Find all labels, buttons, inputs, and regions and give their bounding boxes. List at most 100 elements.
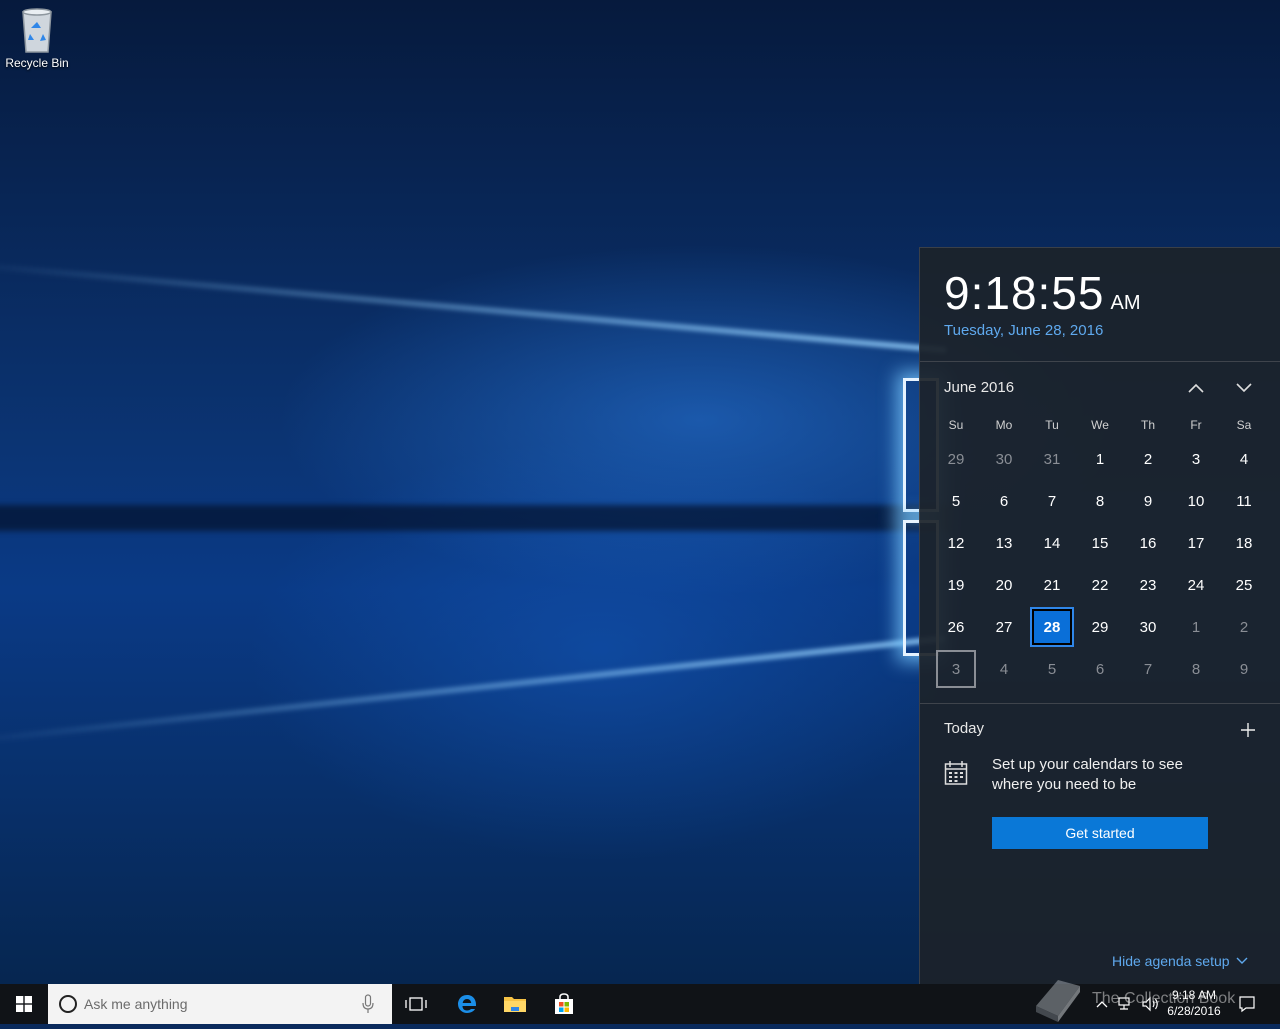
task-view-icon	[405, 997, 427, 1011]
recycle-bin-icon	[22, 8, 52, 53]
calendar-day[interactable]: 27	[980, 606, 1028, 648]
recycle-bin-label: Recycle Bin	[5, 56, 69, 70]
file-explorer-icon	[504, 997, 526, 1012]
weekday-label: Mo	[995, 418, 1013, 432]
calendar-day[interactable]: 9	[1220, 648, 1268, 690]
agenda-message: Set up your calendars to see where you n…	[992, 756, 1183, 793]
calendar-day[interactable]: 7	[1028, 480, 1076, 522]
calendar-grid: Su Mo Tu We Th Fr Sa 29 30 31 1 2 3 4 5 …	[932, 418, 1268, 690]
clock-display: 9:18:55 AM	[944, 266, 1140, 320]
store-icon	[555, 993, 573, 1014]
agenda-title: Today	[944, 720, 985, 737]
search-placeholder: Ask me anything	[84, 996, 188, 1012]
calendar-day[interactable]: 13	[980, 522, 1028, 564]
edge-taskbar-button[interactable]	[443, 984, 491, 1024]
calendar-day[interactable]: 1	[1172, 606, 1220, 648]
previous-month-button[interactable]	[1182, 376, 1210, 400]
calendar-day-today[interactable]: 28	[1032, 609, 1072, 645]
calendar-day[interactable]: 30	[1124, 606, 1172, 648]
calendar-week: 3 4 5 6 7 8 9	[932, 648, 1268, 690]
calendar-week: 26 27 28 29 30 1 2	[932, 606, 1268, 648]
calendar-day[interactable]: 20	[980, 564, 1028, 606]
calendar-day[interactable]: 1	[1076, 438, 1124, 480]
calendar-day[interactable]: 29	[1076, 606, 1124, 648]
store-taskbar-button[interactable]	[540, 984, 588, 1024]
calendar-day[interactable]: 2	[1124, 438, 1172, 480]
light-beam	[0, 635, 945, 746]
chevron-down-icon	[1236, 383, 1252, 393]
weekday-label: Su	[948, 418, 964, 432]
plus-icon	[1241, 723, 1255, 737]
divider	[920, 361, 1280, 362]
calendar-day[interactable]: 22	[1076, 564, 1124, 606]
next-month-button[interactable]	[1230, 376, 1258, 400]
watermark-text: The Collection Book	[1092, 990, 1236, 1007]
calendar-day[interactable]: 25	[1220, 564, 1268, 606]
weekday-header: Su Mo Tu We Th Fr Sa	[932, 418, 1268, 438]
calendar-day[interactable]: 11	[1220, 480, 1268, 522]
clock-ampm: AM	[1110, 292, 1141, 314]
calendar-day[interactable]: 18	[1220, 522, 1268, 564]
calendar-day[interactable]: 23	[1124, 564, 1172, 606]
calendar-day[interactable]: 31	[1028, 438, 1076, 480]
calendar-day[interactable]: 29	[932, 438, 980, 480]
add-event-button[interactable]	[1236, 718, 1260, 742]
calendar-day[interactable]: 10	[1172, 480, 1220, 522]
calendar-day[interactable]: 30	[980, 438, 1028, 480]
cortana-icon	[59, 995, 77, 1013]
month-label[interactable]: June 2016	[944, 379, 1014, 396]
calendar-day[interactable]: 7	[1124, 648, 1172, 690]
calendar-day[interactable]: 19	[932, 564, 980, 606]
calendar-day[interactable]: 8	[1076, 480, 1124, 522]
clock-calendar-flyout: 9:18:55 AM Tuesday, June 28, 2016 June 20…	[919, 247, 1280, 985]
calendar-day[interactable]: 4	[980, 648, 1028, 690]
recycle-bin-shortcut[interactable]: Recycle Bin	[4, 6, 70, 70]
calendar-day[interactable]: 15	[1076, 522, 1124, 564]
book-icon	[1036, 980, 1080, 1022]
clock-time: 9:18:55	[944, 267, 1105, 319]
long-date-link[interactable]: Tuesday, June 28, 2016	[944, 322, 1103, 339]
calendar-icon	[944, 760, 968, 791]
search-input[interactable]: Ask me anything	[48, 984, 392, 1024]
chevron-up-icon	[1188, 383, 1204, 393]
calendar-day-focused[interactable]: 3	[936, 650, 976, 688]
calendar-day[interactable]: 6	[980, 480, 1028, 522]
calendar-week: 5 6 7 8 9 10 11	[932, 480, 1268, 522]
weekday-label: We	[1091, 418, 1109, 432]
calendar-day[interactable]: 4	[1220, 438, 1268, 480]
calendar-day[interactable]: 5	[1028, 648, 1076, 690]
calendar-day[interactable]: 14	[1028, 522, 1076, 564]
edge-icon	[458, 995, 477, 1013]
shadow-band	[0, 505, 950, 531]
watermark: The Collection Book	[1030, 976, 1270, 1024]
start-button[interactable]	[0, 984, 48, 1024]
weekday-label: Sa	[1236, 418, 1252, 432]
calendar-day[interactable]: 12	[932, 522, 980, 564]
task-view-button[interactable]	[392, 984, 440, 1024]
calendar-day[interactable]: 2	[1220, 606, 1268, 648]
calendar-week: 29 30 31 1 2 3 4	[932, 438, 1268, 480]
calendar-day[interactable]: 5	[932, 480, 980, 522]
light-beam	[0, 260, 947, 354]
calendar-day[interactable]: 21	[1028, 564, 1076, 606]
calendar-day[interactable]: 26	[932, 606, 980, 648]
calendar-day[interactable]: 8	[1172, 648, 1220, 690]
calendar-day[interactable]: 16	[1124, 522, 1172, 564]
chevron-down-icon	[1236, 957, 1248, 964]
calendar-day[interactable]: 3	[1172, 438, 1220, 480]
windows-logo-icon	[16, 996, 32, 1012]
weekday-label: Th	[1140, 418, 1155, 432]
calendar-day[interactable]: 24	[1172, 564, 1220, 606]
calendar-week: 12 13 14 15 16 17 18	[932, 522, 1268, 564]
calendar-day[interactable]: 17	[1172, 522, 1220, 564]
calendar-day[interactable]: 9	[1124, 480, 1172, 522]
hide-agenda-label: Hide agenda setup	[1112, 953, 1230, 969]
get-started-button[interactable]: Get started	[992, 817, 1208, 849]
calendar-week: 19 20 21 22 23 24 25	[932, 564, 1268, 606]
weekday-label: Fr	[1190, 418, 1202, 432]
divider	[920, 703, 1280, 704]
hide-agenda-link[interactable]: Hide agenda setup	[1112, 953, 1248, 969]
microphone-icon[interactable]	[362, 994, 374, 1014]
calendar-day[interactable]: 6	[1076, 648, 1124, 690]
file-explorer-taskbar-button[interactable]	[491, 984, 539, 1024]
